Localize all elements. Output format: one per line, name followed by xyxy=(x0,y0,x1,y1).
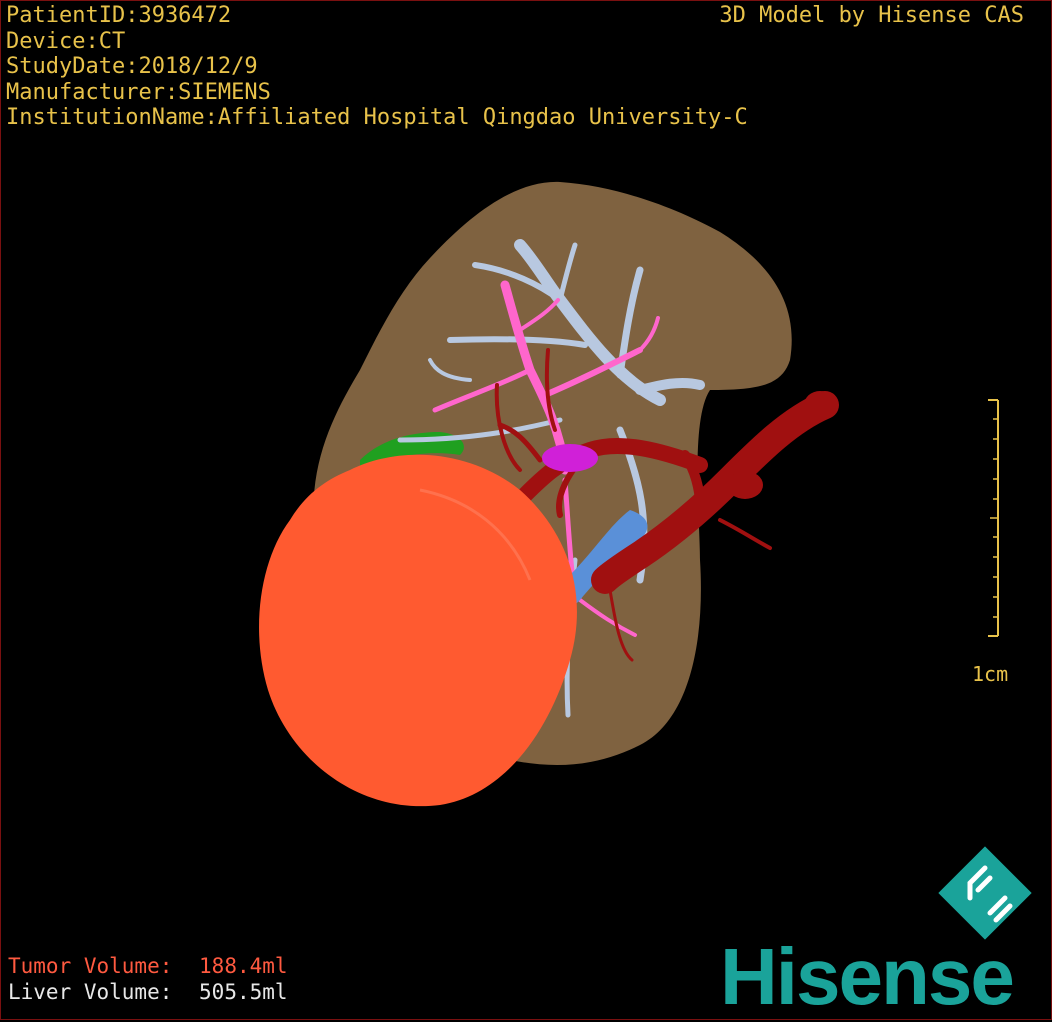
portal-bifurcation xyxy=(542,444,598,472)
3d-liver-model[interactable] xyxy=(0,0,1052,1020)
liver-volume-label: Liver Volume: xyxy=(8,980,173,1004)
volume-readout: Tumor Volume: 188.4ml Liver Volume: 505.… xyxy=(8,953,288,1005)
artery-stump xyxy=(804,391,836,419)
patient-id: PatientID:3936472 xyxy=(6,3,232,28)
liver-volume-value: 505.5ml xyxy=(199,980,288,1004)
liver-volume-row: Liver Volume: 505.5ml xyxy=(8,979,288,1005)
study-date: StudyDate:2018/12/9 xyxy=(6,54,258,79)
patient-info-overlay: PatientID:3936472 Device:CT StudyDate:20… xyxy=(6,3,748,131)
tumor-volume-value: 188.4ml xyxy=(199,954,288,978)
institution-name: InstitutionName:Affiliated Hospital Qing… xyxy=(6,105,748,130)
device: Device:CT xyxy=(6,28,126,54)
scale-bar-label: 1cm xyxy=(972,662,1009,686)
manufacturer: Manufacturer:SIEMENS xyxy=(6,79,271,105)
hisense-wordmark: Hisense xyxy=(720,932,1015,1021)
tumor-volume-row: Tumor Volume: 188.4ml xyxy=(8,953,288,979)
tumor-volume-label: Tumor Volume: xyxy=(8,954,173,978)
artery-node xyxy=(727,471,763,499)
scale-bar xyxy=(988,399,999,637)
model-credit: 3D Model by Hisense CAS xyxy=(719,3,1024,28)
